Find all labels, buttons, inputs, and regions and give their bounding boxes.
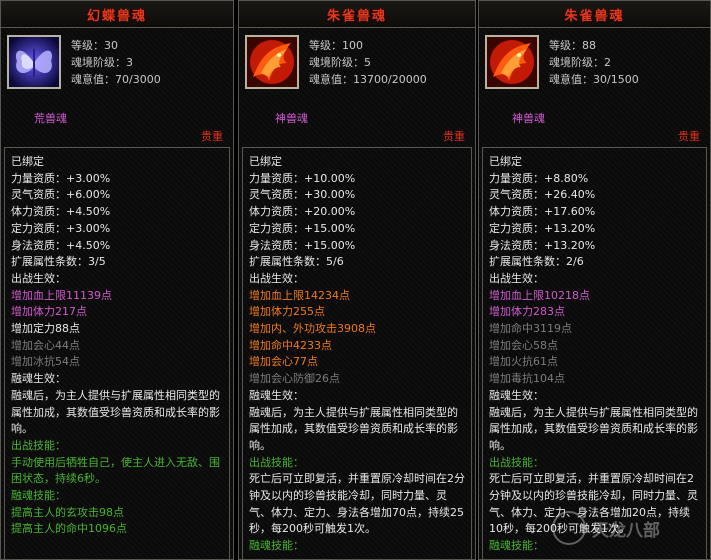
description-line: 增加体力217点: [11, 305, 87, 319]
description-line: 身法资质：+4.50%: [11, 238, 111, 252]
description-line: 定力资质：+13.20%: [489, 221, 596, 235]
description-line: 身法资质：+15.00%: [249, 238, 356, 252]
description-line: 增加体力283点: [489, 305, 565, 319]
item-header: 等级：88 魂境阶级：2 魂意值：30/1500 神兽魂贵重: [479, 28, 710, 148]
description-line: 增加火抗61点: [489, 355, 558, 369]
description-line: 力量资质：+8.80%: [489, 171, 589, 185]
description-line: 增加内、外功攻击3908点: [249, 322, 376, 336]
description-line: 手动使用后牺牲自己，使主人进入无敌、围困状态，持续6秒。: [11, 455, 220, 486]
description-line: 力量资质：+3.00%: [11, 171, 111, 185]
item-stats: 等级：30 魂境阶级：3 魂意值：70/3000: [71, 37, 161, 88]
description-line: 已绑定: [249, 155, 282, 168]
item-name: 朱雀兽魂: [326, 8, 387, 24]
description-line: 出战生效：: [249, 271, 304, 285]
stat-row: 魂意值：70/3000: [71, 73, 161, 86]
stat-row: 魂意值：30/1500: [549, 73, 639, 86]
panel-title-bar: 朱雀兽魂: [239, 1, 475, 28]
description-line: 定力资质：+3.00%: [11, 221, 111, 235]
description-line: 融魂后，为主人提供与扩展属性相同类型的属性加成，其数值受珍兽资质和成长率的影响。: [11, 388, 220, 436]
description-line: 灵气资质：+30.00%: [249, 188, 356, 202]
description-line: 增加会心防御26点: [249, 372, 340, 386]
description-line: 融魂技能：: [11, 489, 66, 503]
description-line: 融魂生效：: [249, 388, 304, 402]
description-line: 融魂后，为主人提供与扩展属性相同类型的属性加成，其数值受珍兽资质和成长率的影响。: [249, 405, 458, 452]
description-line: 死亡后可立即复活，并重置原冷却时间在2分钟及以内的珍兽技能冷却，同时力量、灵气、…: [489, 472, 698, 536]
item-stats: 等级：88 魂境阶级：2 魂意值：30/1500: [549, 37, 639, 88]
phoenix-icon[interactable]: [245, 35, 299, 89]
description-line: 出战生效：: [11, 271, 66, 285]
description-line: 增加命中4233点: [249, 338, 332, 352]
item-name: 幻蝶兽魂: [86, 8, 147, 24]
description-line: 体力资质：+4.50%: [11, 205, 111, 219]
description-line: 出战技能：: [249, 455, 304, 469]
description-line: 扩展属性条数：3/5: [11, 255, 106, 269]
description-line: 增加会心44点: [11, 338, 80, 352]
description-line: 死亡后可立即复活，并重置原冷却时间在2分钟及以内的珍兽技能冷却，同时力量、灵气、…: [249, 472, 465, 536]
soul-tooltip-panel: 朱雀兽魂等级：100 魂境阶级：5 魂意值：13700/20000 神兽魂贵重已绑定力…: [238, 0, 476, 560]
description-line: 融魂生效：: [11, 372, 66, 386]
description-line: 增加血上限11139点: [11, 288, 112, 302]
description-line: 融魂技能：: [489, 539, 544, 553]
description-line: 提高主人的命中1096点: [11, 522, 127, 536]
butterfly-icon[interactable]: [7, 35, 61, 89]
description-line: 增加冰抗54点: [11, 355, 80, 369]
description-line: 已绑定: [489, 155, 522, 168]
description-line: 增加血上限10218点: [489, 288, 590, 302]
description-line: 体力资质：+17.60%: [489, 205, 596, 219]
stat-row: 魂境阶级：5: [309, 56, 371, 69]
stat-row: 等级：30: [71, 39, 118, 52]
panel-title-bar: 朱雀兽魂: [479, 1, 710, 28]
stat-row: 等级：100: [309, 39, 363, 52]
description-line: 出战技能：: [11, 438, 66, 452]
description-line: 融魂生效：: [489, 388, 544, 402]
description-line: 定力资质：+15.00%: [249, 221, 356, 235]
description-line: 已绑定: [11, 155, 44, 168]
description-line: 出战技能：: [489, 455, 544, 469]
description-line: 提高主人的玄攻击98点: [11, 505, 124, 519]
description-line: 扩展属性条数：5/6: [249, 255, 344, 269]
description-line: 增加会心77点: [249, 355, 318, 369]
item-stats: 等级：100 魂境阶级：5 魂意值：13700/20000: [309, 37, 427, 88]
rarity-label: 贵重: [201, 130, 223, 143]
soul-type-label: 神兽魂: [512, 112, 545, 125]
description-line: 融魂后，为主人提供与扩展属性相同类型的属性加成，其数值受珍兽资质和成长率的影响。: [489, 405, 698, 452]
description-line: 身法资质：+13.20%: [489, 238, 596, 252]
description-line: 增加毒抗104点: [489, 372, 565, 386]
description-line: 融魂技能：: [249, 539, 304, 553]
rarity-label: 贵重: [443, 130, 465, 143]
phoenix-icon[interactable]: [485, 35, 539, 89]
item-description: 已绑定力量资质：+3.00% 灵气资质：+6.00% 体力资质：+4.50% 定力资质…: [4, 147, 230, 559]
stat-row: 魂境阶级：3: [71, 56, 133, 69]
item-header: 等级：100 魂境阶级：5 魂意值：13700/20000 神兽魂贵重: [239, 28, 475, 148]
item-header: 等级：30 魂境阶级：3 魂意值：70/3000 荒兽魂贵重: [1, 28, 233, 148]
soul-tooltip-panel: 朱雀兽魂等级：88 魂境阶级：2 魂意值：30/1500 神兽魂贵重已绑定力量资质：+…: [478, 0, 711, 560]
description-line: 扩展属性条数：2/6: [489, 255, 584, 269]
description-line: 体力资质：+20.00%: [249, 205, 356, 219]
stat-row: 魂境阶级：2: [549, 56, 611, 69]
description-line: 灵气资质：+26.40%: [489, 188, 596, 202]
panel-title-bar: 幻蝶兽魂: [1, 1, 233, 28]
stat-row: 魂意值：13700/20000: [309, 73, 427, 86]
description-line: 增加血上限14234点: [249, 288, 350, 302]
rarity-label: 贵重: [678, 130, 700, 143]
description-line: 灵气资质：+6.00%: [11, 188, 111, 202]
soul-tooltip-panel: 幻蝶兽魂等级：30 魂境阶级：3 魂意值：70/3000 荒兽魂贵重已绑定力量资质：+…: [0, 0, 234, 560]
description-line: 增加命中3119点: [489, 322, 572, 336]
item-description: 已绑定力量资质：+10.00% 灵气资质：+30.00% 体力资质：+20.00% 定…: [242, 147, 472, 559]
item-name: 朱雀兽魂: [564, 8, 625, 24]
stat-row: 等级：88: [549, 39, 596, 52]
soul-type-label: 荒兽魂: [34, 112, 67, 125]
description-line: 力量资质：+10.00%: [249, 171, 356, 185]
description-line: 增加会心58点: [489, 338, 558, 352]
item-description: 已绑定力量资质：+8.80% 灵气资质：+26.40% 体力资质：+17.60% 定力…: [482, 147, 707, 559]
description-line: 增加体力255点: [249, 305, 325, 319]
description-line: 增加定力88点: [11, 322, 80, 336]
description-line: 出战生效：: [489, 271, 544, 285]
soul-type-label: 神兽魂: [275, 112, 308, 125]
